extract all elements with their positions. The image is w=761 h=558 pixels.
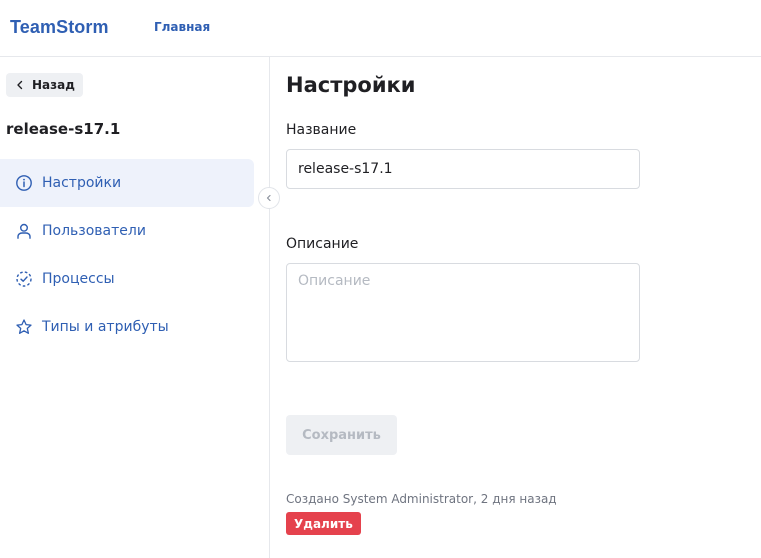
- sidebar-item-processes[interactable]: Процессы: [0, 255, 254, 303]
- description-label: Описание: [286, 236, 359, 252]
- project-name: release-s17.1: [6, 120, 121, 138]
- name-label: Название: [286, 122, 357, 138]
- top-header: TeamStorm Главная: [0, 0, 761, 57]
- description-textarea[interactable]: [286, 263, 640, 362]
- back-button-label: Назад: [32, 78, 75, 92]
- chevron-left-icon: [266, 194, 271, 202]
- sidebar-item-settings[interactable]: Настройки: [0, 159, 254, 207]
- sidebar-item-label: Процессы: [42, 271, 115, 287]
- sidebar-item-label: Настройки: [42, 175, 122, 191]
- sidebar-item-label: Типы и атрибуты: [42, 319, 169, 335]
- process-icon: [16, 271, 32, 287]
- delete-button[interactable]: Удалить: [286, 512, 361, 535]
- sidebar-collapse-button[interactable]: [258, 187, 280, 209]
- sidebar-item-users[interactable]: Пользователи: [0, 207, 254, 255]
- chevron-left-icon: [17, 80, 23, 90]
- nav-home-link[interactable]: Главная: [154, 20, 210, 34]
- star-icon: [16, 319, 32, 334]
- page-title: Настройки: [286, 73, 416, 97]
- sidebar: Назад release-s17.1 Настройки Пользовате…: [0, 57, 280, 558]
- info-icon: [16, 175, 32, 191]
- sidebar-item-types-attributes[interactable]: Типы и атрибуты: [0, 303, 254, 351]
- user-icon: [17, 223, 31, 239]
- sidebar-menu: Настройки Пользователи Процессы Типы и а…: [0, 159, 254, 351]
- created-info: Создано System Administrator, 2 дня наза…: [286, 492, 557, 506]
- sidebar-item-label: Пользователи: [42, 223, 146, 239]
- save-button[interactable]: Сохранить: [286, 415, 397, 455]
- app-logo[interactable]: TeamStorm: [10, 17, 109, 38]
- name-input[interactable]: [286, 149, 640, 189]
- back-button[interactable]: Назад: [6, 73, 83, 97]
